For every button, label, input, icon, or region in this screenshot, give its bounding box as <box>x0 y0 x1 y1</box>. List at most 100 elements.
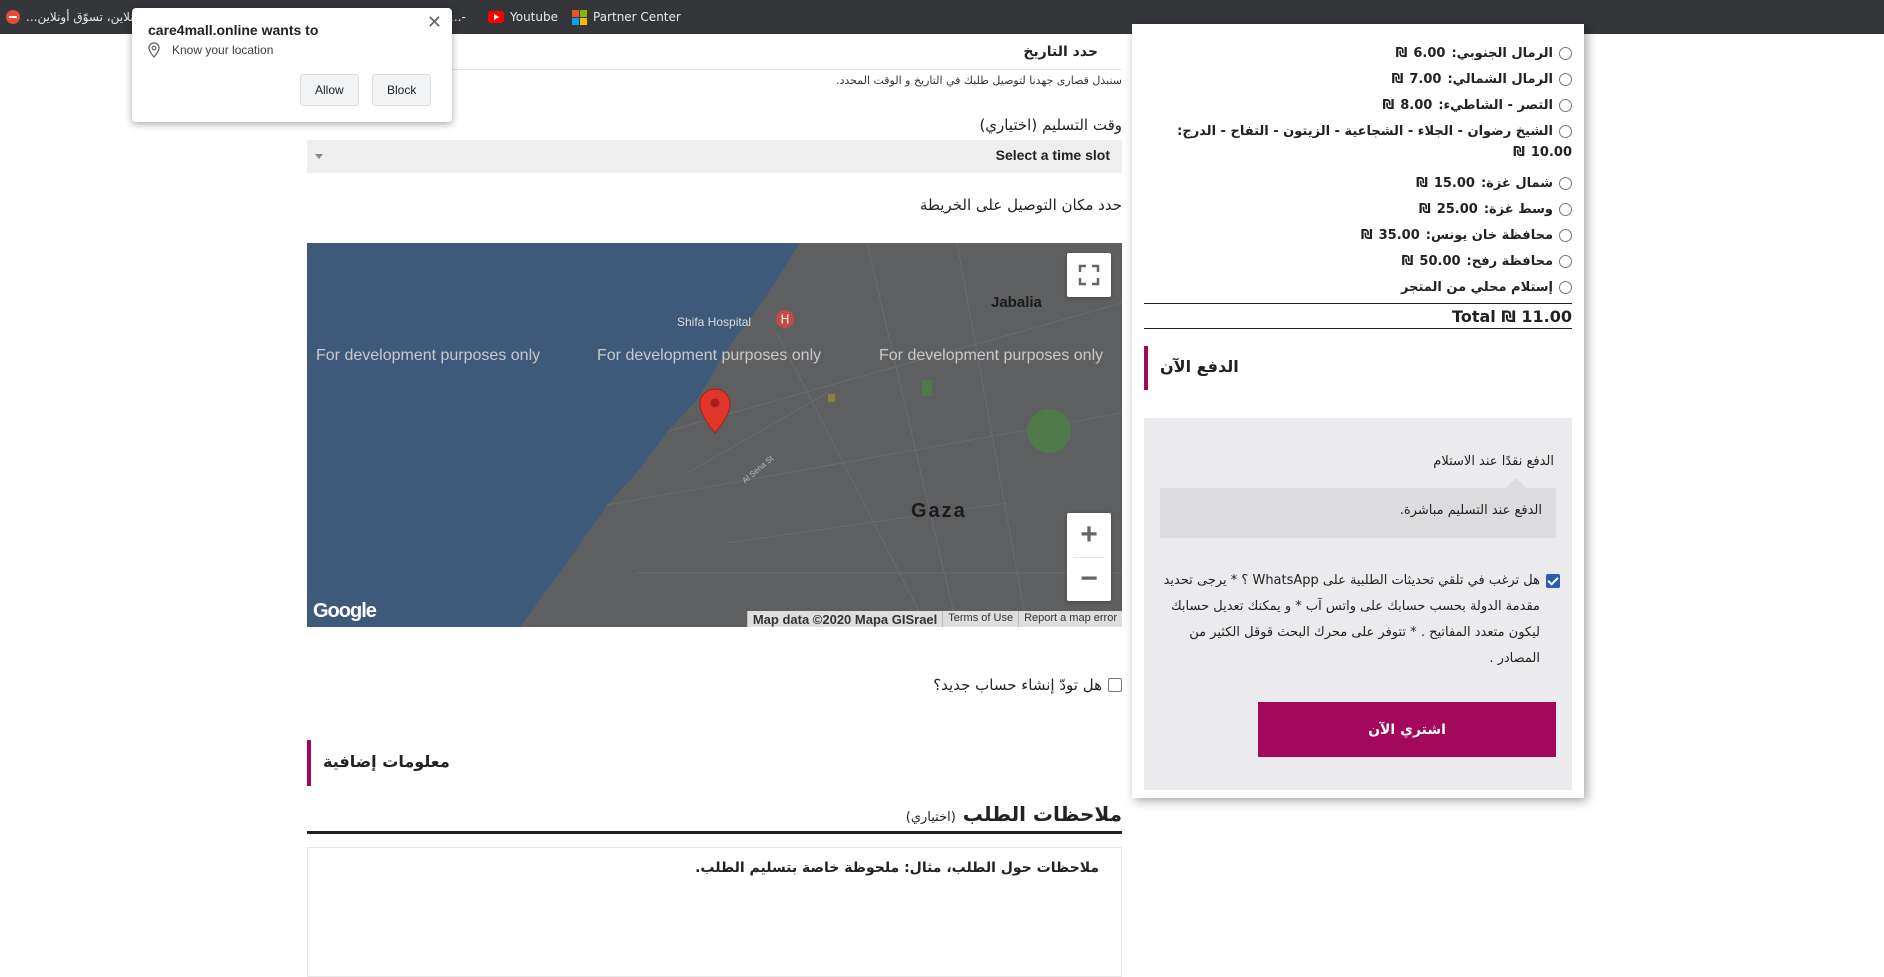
buy-now-button[interactable]: اشتري الآن <box>1258 702 1556 757</box>
delivery-map[interactable]: For development purposes only For develo… <box>307 243 1122 627</box>
radio-button[interactable] <box>1559 203 1572 216</box>
whatsapp-checkbox[interactable] <box>1546 574 1560 588</box>
svg-text:H: H <box>780 313 789 327</box>
whatsapp-optin[interactable]: هل ترغب في تلقي تحديثات الطلبية على What… <box>1160 568 1560 672</box>
notes-title: ملاحظات الطلب <box>962 802 1122 826</box>
shipping-option[interactable]: الرمال الجنوبي: 6.00 ₪ <box>1144 46 1572 61</box>
shipping-price: 15.00 <box>1433 176 1475 191</box>
shipping-option[interactable]: محافظة خان يونس: 35.00 ₪ <box>1144 228 1572 243</box>
create-account-row[interactable]: هل تودّ إنشاء حساب جديد؟ <box>307 676 1122 694</box>
time-slot-select[interactable]: Select a time slot <box>307 140 1122 173</box>
map-place-jabalia: Jabalia <box>991 294 1042 311</box>
order-notes-textarea[interactable]: ملاحظات حول الطلب، مثال: ملحوظة خاصة بتس… <box>307 847 1122 977</box>
park-area <box>1027 409 1071 453</box>
shipping-label: الرمال الشمالي: <box>1447 72 1553 87</box>
order-summary-panel: الرمال الجنوبي: 6.00 ₪ الرمال الشمالي: 7… <box>1132 24 1584 798</box>
radio-button[interactable] <box>1559 281 1572 294</box>
sea-area <box>307 243 800 627</box>
shipping-price: 7.00 <box>1409 72 1442 87</box>
shipping-label: الرمال الجنوبي: <box>1451 46 1553 61</box>
microsoft-icon <box>572 9 587 25</box>
shipping-price: 50.00 <box>1419 254 1461 269</box>
shipping-label: محافظة رفح: <box>1466 254 1553 269</box>
location-pin-icon <box>148 42 160 58</box>
time-slot-value: Select a time slot <box>995 147 1110 163</box>
zoom-controls: + − <box>1067 513 1111 601</box>
section-title: الدفع الآن <box>1160 357 1239 376</box>
shipping-price: 8.00 <box>1400 98 1433 113</box>
map-marker-icon[interactable] <box>699 388 731 434</box>
shipping-label: وسط غزة: <box>1483 202 1553 217</box>
shipping-option[interactable]: شمال غزة: 15.00 ₪ <box>1144 176 1572 191</box>
shipping-price: 35.00 <box>1378 228 1420 243</box>
report-error-link[interactable]: Report a map error <box>1018 611 1122 627</box>
shipping-price: 25.00 <box>1436 202 1478 217</box>
location-permission-popup: care4mall.online wants to ✕ Know your lo… <box>132 8 452 122</box>
currency-symbol: ₪ <box>1360 228 1373 243</box>
map-data-text: Map data ©2020 Mapa GISrael <box>746 611 943 627</box>
radio-button[interactable] <box>1559 73 1572 86</box>
create-account-checkbox[interactable] <box>1108 678 1122 692</box>
shipping-label: إستلام محلي من المتجر <box>1401 280 1553 295</box>
payment-description: الدفع عند التسليم مباشرة. <box>1160 478 1556 538</box>
currency-symbol: ₪ <box>1416 176 1428 191</box>
location-label: Know your location <box>172 43 274 57</box>
section-title: معلومات إضافية <box>323 752 450 771</box>
shipping-option[interactable]: وسط غزة: 25.00 ₪ <box>1144 202 1572 217</box>
shipping-label: التصر - الشاطيء: <box>1438 98 1553 113</box>
shipping-option[interactable]: الشيخ رضوان - الجلاء - الشجاعية - الزيتو… <box>1144 124 1572 160</box>
radio-button[interactable] <box>1559 47 1572 60</box>
allow-button[interactable]: Allow <box>300 74 359 106</box>
currency-symbol: ₪ <box>1401 254 1414 269</box>
currency-symbol: ₪ <box>1501 307 1516 326</box>
terms-link[interactable]: Terms of Use <box>942 611 1019 627</box>
block-button[interactable]: Block <box>372 74 432 106</box>
bookmark-partner-center[interactable]: Partner Center <box>572 7 681 27</box>
google-logo: Google <box>313 600 377 622</box>
shipping-price: 6.00 <box>1413 46 1446 61</box>
site-favicon-icon <box>6 10 20 24</box>
order-notes-heading: ملاحظات الطلب (اختياري) <box>307 802 1122 834</box>
bookmark-label: Youtube <box>510 10 558 24</box>
location-request: Know your location <box>148 42 273 58</box>
shipping-price-line: 10.00 ₪ <box>1144 145 1572 160</box>
map-place-shifa: Shifa Hospital <box>677 315 752 329</box>
fullscreen-icon <box>1078 264 1100 286</box>
payment-method-label[interactable]: الدفع نقدًا عند الاستلام <box>1433 454 1554 469</box>
shipping-option[interactable]: محافظة رفح: 50.00 ₪ <box>1144 254 1572 269</box>
park-area <box>922 380 932 396</box>
bookmark-youtube[interactable]: Youtube <box>488 7 558 27</box>
radio-button[interactable] <box>1559 125 1572 138</box>
total-label: Total <box>1452 307 1496 326</box>
shipping-price: 10.00 <box>1530 145 1572 160</box>
close-icon[interactable]: ✕ <box>427 12 442 33</box>
dev-watermark: For development purposes only <box>879 347 1104 364</box>
bookmark-item[interactable]: ...- <box>450 7 466 27</box>
fullscreen-button[interactable] <box>1067 253 1111 297</box>
currency-symbol: ₪ <box>1382 98 1395 113</box>
whatsapp-text: هل ترغب في تلقي تحديثات الطلبية على What… <box>1163 573 1540 666</box>
map-label: حدد مكان التوصيل على الخريطة <box>919 196 1122 214</box>
shipping-option[interactable]: الرمال الشمالي: 7.00 ₪ <box>1144 72 1572 87</box>
zoom-in-button[interactable]: + <box>1067 513 1111 557</box>
dev-watermark: For development purposes only <box>597 347 822 364</box>
zoom-out-button[interactable]: − <box>1067 557 1111 601</box>
currency-symbol: ₪ <box>1418 202 1431 217</box>
map-place-gaza: Gaza <box>911 500 967 522</box>
bookmark-label: Partner Center <box>593 10 681 24</box>
notes-optional: (اختياري) <box>905 810 956 825</box>
hospital-icon: H <box>776 310 794 328</box>
radio-button[interactable] <box>1559 229 1572 242</box>
dev-watermark: For development purposes only <box>316 347 541 364</box>
radio-button[interactable] <box>1559 177 1572 190</box>
shipping-option[interactable]: إستلام محلي من المتجر <box>1144 280 1572 295</box>
shipping-option[interactable]: التصر - الشاطيء: 8.00 ₪ <box>1144 98 1572 113</box>
map-feature <box>828 394 835 402</box>
section-heading-additional: معلومات إضافية <box>307 740 1122 786</box>
section-heading-payment: الدفع الآن <box>1144 346 1572 390</box>
radio-button[interactable] <box>1559 99 1572 112</box>
radio-button[interactable] <box>1559 255 1572 268</box>
order-total: Total ₪ 11.00 <box>1144 303 1572 329</box>
currency-symbol: ₪ <box>1395 46 1408 61</box>
currency-symbol: ₪ <box>1513 145 1525 160</box>
